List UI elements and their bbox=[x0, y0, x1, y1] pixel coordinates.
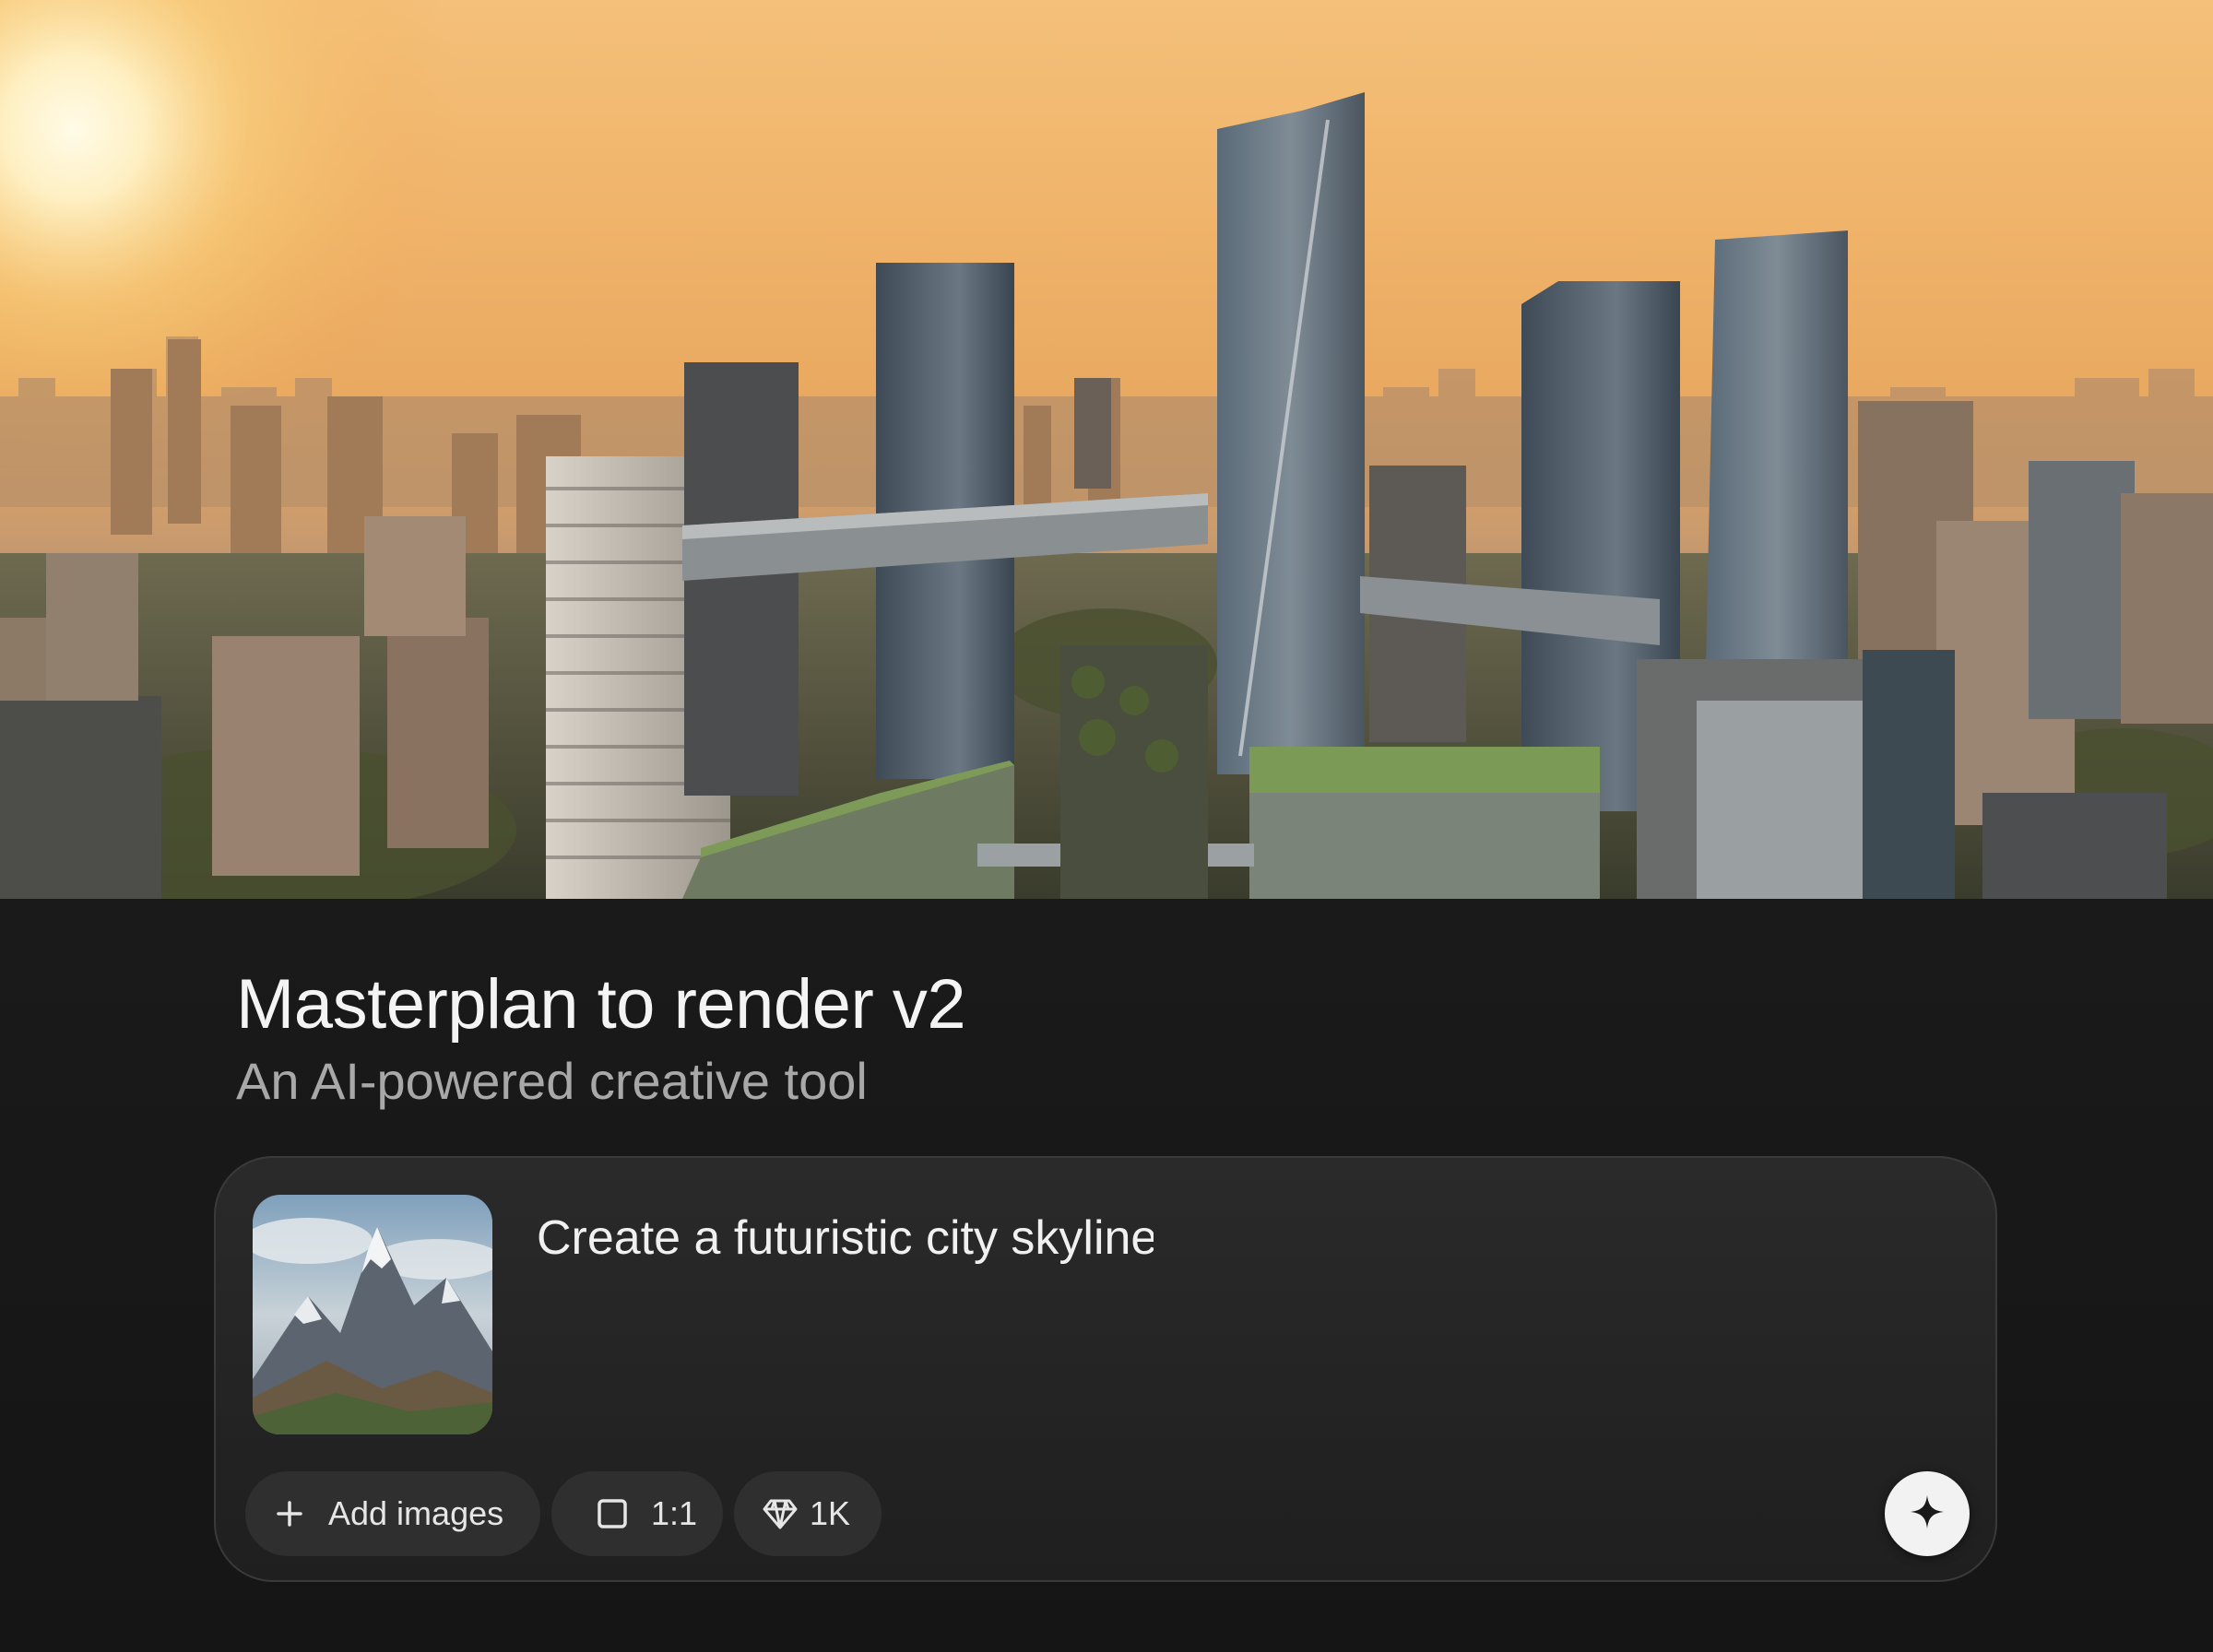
diamond-icon bbox=[762, 1497, 799, 1530]
aspect-ratio-label: 1:1 bbox=[651, 1494, 698, 1532]
add-images-label: Add images bbox=[328, 1494, 504, 1532]
mountain-landscape-thumbnail bbox=[253, 1195, 492, 1434]
hero-image bbox=[0, 0, 2213, 899]
resolution-button[interactable]: 1K bbox=[734, 1471, 882, 1556]
resolution-label: 1K bbox=[810, 1494, 851, 1532]
add-images-button[interactable]: Add images bbox=[245, 1471, 540, 1556]
attached-image-thumbnail[interactable] bbox=[253, 1195, 492, 1434]
page-title: Masterplan to render v2 bbox=[236, 965, 966, 1044]
page-subtitle: An AI-powered creative tool bbox=[236, 1052, 868, 1110]
prompt-card: Add images 1:1 1K bbox=[214, 1156, 1997, 1582]
aspect-ratio-button[interactable]: 1:1 bbox=[551, 1471, 723, 1556]
prompt-input[interactable] bbox=[535, 1210, 1155, 1267]
generate-button[interactable] bbox=[1885, 1471, 1970, 1556]
square-icon bbox=[596, 1497, 629, 1530]
plus-icon bbox=[273, 1497, 306, 1530]
sparkle-icon bbox=[1909, 1493, 1946, 1535]
